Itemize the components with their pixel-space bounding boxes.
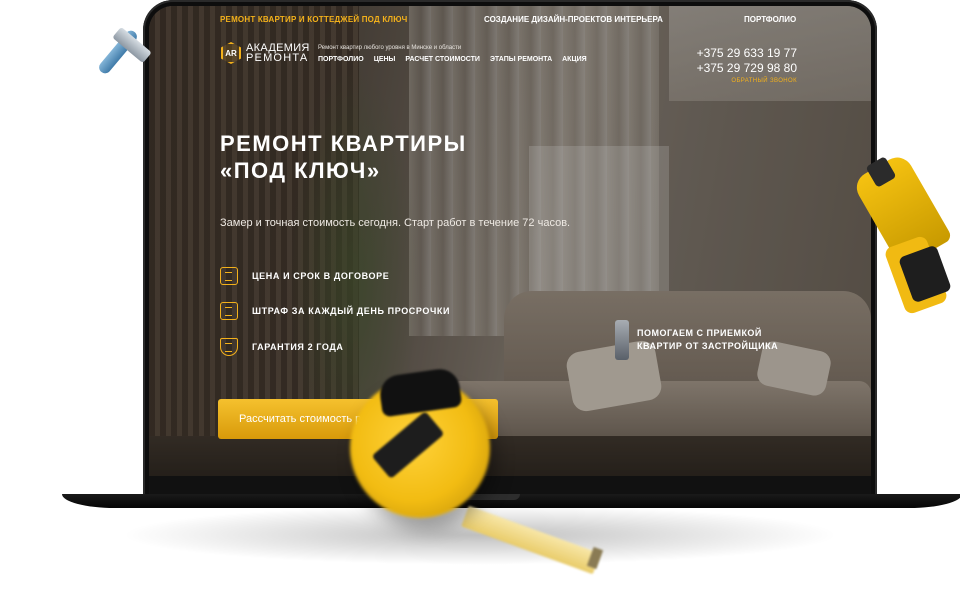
top-link-design[interactable]: СОЗДАНИЕ ДИЗАЙН-ПРОЕКТОВ ИНТЕРЬЕРА (484, 15, 663, 24)
hero-title-line2: «ПОД КЛЮЧ» (220, 158, 381, 183)
nav-item-portfolio[interactable]: ПОРТФОЛИО (318, 56, 364, 63)
top-link-portfolio[interactable]: ПОРТФОЛИО (744, 15, 796, 24)
calendar-icon (220, 302, 238, 320)
hero-subtitle: Замер и точная стоимость сегодня. Старт … (220, 217, 571, 229)
feature-label: ШТРАФ ЗА КАЖДЫЙ ДЕНЬ ПРОСРОЧКИ (252, 306, 451, 316)
website-screen: РЕМОНТ КВАРТИР И КОТТЕДЖЕЙ ПОД КЛЮЧ СОЗД… (149, 6, 871, 476)
feature-contract: ЦЕНА И СРОК В ДОГОВОРЕ (220, 267, 389, 285)
nav-item-calculation[interactable]: РАСЧЕТ СТОИМОСТИ (405, 56, 480, 63)
top-link-renovation[interactable]: РЕМОНТ КВАРТИР И КОТТЕДЖЕЙ ПОД КЛЮЧ (220, 15, 407, 24)
top-bar: РЕМОНТ КВАРТИР И КОТТЕДЖЕЙ ПОД КЛЮЧ СОЗД… (149, 6, 871, 34)
shield-icon (220, 338, 238, 356)
nav-item-promo[interactable]: АКЦИЯ (562, 56, 587, 63)
screen-bezel-bottom (149, 476, 871, 494)
logo-icon: AR (221, 42, 241, 64)
hero-title: РЕМОНТ КВАРТИРЫ «ПОД КЛЮЧ» (220, 130, 467, 184)
nav-item-stages[interactable]: ЭТАПЫ РЕМОНТА (490, 56, 552, 63)
tagline: Ремонт квартир любого уровня в Минске и … (318, 45, 462, 51)
document-icon (220, 267, 238, 285)
feature-guarantee: ГАРАНТИЯ 2 ГОДА (220, 338, 343, 356)
callback-link[interactable]: ОБРАТНЫЙ ЗВОНОК (697, 78, 797, 84)
contact-phones: +375 29 633 19 77 +375 29 729 98 80 ОБРА… (697, 46, 797, 84)
logo[interactable]: AR АКАДЕМИЯ РЕМОНТА (221, 42, 310, 64)
feature-penalty: ШТРАФ ЗА КАЖДЫЙ ДЕНЬ ПРОСРОЧКИ (220, 302, 450, 320)
promo-acceptance: ПОМОГАЕМ С ПРИЕМКОЙ КВАРТИР ОТ ЗАСТРОЙЩИ… (615, 320, 778, 360)
tool-icon (615, 320, 629, 360)
promo-line2: КВАРТИР ОТ ЗАСТРОЙЩИКА (637, 341, 779, 351)
nav-item-prices[interactable]: ЦЕНЫ (374, 56, 396, 63)
feature-label: ГАРАНТИЯ 2 ГОДА (252, 342, 344, 352)
promo-line1: ПОМОГАЕМ С ПРИЕМКОЙ (637, 328, 762, 338)
logo-line2: РЕМОНТА (246, 52, 309, 64)
feature-label: ЦЕНА И СРОК В ДОГОВОРЕ (252, 271, 390, 281)
logo-text: АКАДЕМИЯ РЕМОНТА (246, 43, 310, 64)
phone-number-2[interactable]: +375 29 729 98 80 (697, 61, 797, 76)
phone-number-1[interactable]: +375 29 633 19 77 (697, 46, 797, 61)
main-nav: ПОРТФОЛИО ЦЕНЫ РАСЧЕТ СТОИМОСТИ ЭТАПЫ РЕ… (318, 56, 597, 63)
promo-text: ПОМОГАЕМ С ПРИЕМКОЙ КВАРТИР ОТ ЗАСТРОЙЩИ… (637, 327, 778, 353)
hero-title-line1: РЕМОНТ КВАРТИРЫ (220, 131, 467, 156)
